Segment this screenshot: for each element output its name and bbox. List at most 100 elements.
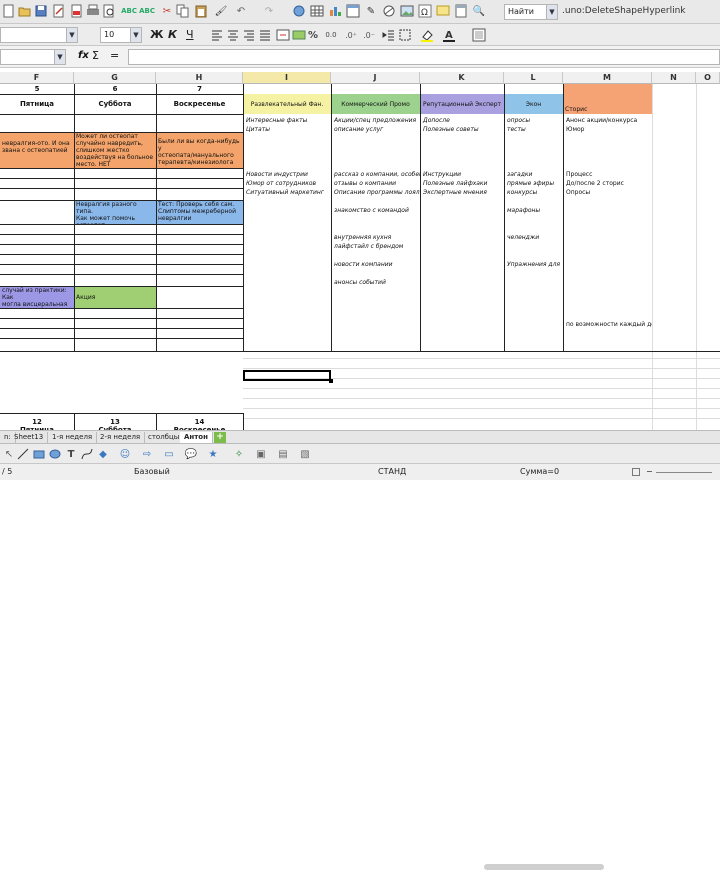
- copy-icon[interactable]: [176, 4, 190, 18]
- cell-g-green[interactable]: Акция: [74, 286, 156, 308]
- edit-mode-icon[interactable]: [52, 4, 66, 18]
- chevron-down-icon[interactable]: ▼: [66, 28, 77, 42]
- column-header-h[interactable]: H: [156, 72, 243, 84]
- fontwork-icon[interactable]: ▣: [254, 447, 268, 461]
- currency-icon[interactable]: [292, 28, 306, 42]
- zoom-slider[interactable]: [656, 472, 712, 473]
- selected-cell[interactable]: [243, 370, 331, 381]
- font-color-icon[interactable]: A: [442, 28, 456, 42]
- percent-button[interactable]: %: [306, 28, 320, 42]
- fill-handle[interactable]: [329, 379, 333, 383]
- line-icon[interactable]: [16, 447, 30, 461]
- align-center-icon[interactable]: [226, 28, 240, 42]
- background-color-icon[interactable]: [420, 28, 434, 42]
- comment-icon[interactable]: [436, 4, 450, 18]
- clone-format-icon[interactable]: 🖌: [214, 4, 228, 18]
- autospell-icon[interactable]: ABC: [139, 4, 155, 18]
- open-icon[interactable]: [18, 4, 32, 18]
- zoom-fit-icon[interactable]: [632, 468, 640, 476]
- indent-icon[interactable]: [382, 28, 396, 42]
- column-header-g[interactable]: G: [74, 72, 156, 84]
- show-grid-icon[interactable]: [472, 28, 486, 42]
- text-icon[interactable]: T: [64, 447, 78, 461]
- ellipse-icon[interactable]: [48, 447, 62, 461]
- pointer-icon[interactable]: ↖: [2, 447, 16, 461]
- name-box[interactable]: ▼: [0, 49, 66, 65]
- delete-decimal-icon[interactable]: .0⁻: [362, 28, 376, 42]
- find-icon[interactable]: 🔍: [472, 4, 486, 18]
- formula-input[interactable]: [128, 49, 720, 65]
- export-pdf-icon[interactable]: [70, 4, 84, 18]
- number-format-button[interactable]: 0.0: [322, 28, 340, 42]
- image-icon[interactable]: [400, 4, 414, 18]
- tab-columns[interactable]: столбцы: [144, 432, 185, 443]
- chevron-down-icon[interactable]: ▼: [130, 28, 141, 42]
- column-header-l[interactable]: L: [504, 72, 563, 84]
- undo-icon[interactable]: ↶: [234, 4, 248, 18]
- cell-f-purple[interactable]: случай из практики: Как могла висцеральн…: [0, 286, 74, 308]
- column-header-j[interactable]: J: [331, 72, 420, 84]
- navigator-icon[interactable]: [292, 4, 306, 18]
- align-right-icon[interactable]: [242, 28, 256, 42]
- cell-h-orange[interactable]: Были ли вы когда-нибудь у остеопата/ману…: [156, 132, 243, 168]
- cell-g-orange[interactable]: Может ли остеопат случайно навредить, сл…: [74, 132, 156, 168]
- tab-week-1[interactable]: 1-я неделя: [48, 432, 98, 443]
- from-file-icon[interactable]: ▤: [276, 447, 290, 461]
- headers-footers-icon[interactable]: [454, 4, 468, 18]
- underline-button[interactable]: Ч: [186, 28, 194, 41]
- spreadsheet-grid[interactable]: F G H I J K L M N O 5 6 7 Пятница Суббот…: [0, 68, 720, 430]
- save-icon[interactable]: [34, 4, 48, 18]
- points-icon[interactable]: ✧: [232, 447, 246, 461]
- selection-mode[interactable]: СТАНД: [378, 464, 406, 480]
- extrusion-icon[interactable]: ▧: [298, 447, 312, 461]
- hyperlink-icon[interactable]: [382, 4, 396, 18]
- curve-icon[interactable]: [80, 447, 94, 461]
- stars-icon[interactable]: ★: [206, 447, 220, 461]
- spellcheck-icon[interactable]: ABC: [121, 4, 137, 18]
- tab-sheet13[interactable]: Sheet13: [10, 432, 49, 443]
- align-left-icon[interactable]: [210, 28, 224, 42]
- pivot-icon[interactable]: [346, 4, 360, 18]
- chart-icon[interactable]: [328, 4, 342, 18]
- paste-icon[interactable]: [194, 4, 208, 18]
- add-sheet-icon[interactable]: +: [214, 432, 226, 443]
- formula-button[interactable]: =: [110, 49, 119, 62]
- rectangle-icon[interactable]: [32, 447, 46, 461]
- print-icon[interactable]: [86, 4, 100, 18]
- justify-icon[interactable]: [258, 28, 272, 42]
- table-icon[interactable]: [310, 4, 324, 18]
- borders-icon[interactable]: [398, 28, 412, 42]
- find-input[interactable]: Найти ▼: [504, 4, 558, 20]
- cut-icon[interactable]: ✂: [160, 4, 174, 18]
- cell-m-daily[interactable]: по возможности каждый день: [564, 320, 652, 329]
- zoom-out-icon[interactable]: −: [646, 464, 653, 480]
- redo-icon[interactable]: ↷: [262, 4, 276, 18]
- column-header-k[interactable]: K: [420, 72, 504, 84]
- bold-button[interactable]: Ж: [150, 28, 163, 41]
- column-header-o[interactable]: O: [696, 72, 720, 84]
- font-name-box[interactable]: ▼: [0, 27, 78, 43]
- font-size-box[interactable]: 10 ▼: [100, 27, 142, 43]
- add-decimal-icon[interactable]: .0⁺: [344, 28, 358, 42]
- sum-button[interactable]: Σ: [92, 49, 99, 62]
- cell-h-blue[interactable]: Тест: Проверь себя сам. Слиптомы межребе…: [156, 200, 243, 224]
- column-header-f[interactable]: F: [0, 72, 74, 84]
- new-document-icon[interactable]: [2, 4, 16, 18]
- italic-button[interactable]: К: [168, 28, 177, 41]
- print-preview-icon[interactable]: [102, 4, 116, 18]
- column-header-n[interactable]: N: [652, 72, 696, 84]
- horizontal-scrollbar[interactable]: [484, 864, 604, 870]
- flowchart-icon[interactable]: ▭: [162, 447, 176, 461]
- chevron-down-icon[interactable]: ▼: [54, 50, 65, 64]
- tab-week-2[interactable]: 2-я неделя: [96, 432, 146, 443]
- tab-anton[interactable]: Антон: [180, 432, 213, 443]
- merge-cells-icon[interactable]: [276, 28, 290, 42]
- cell-g-blue[interactable]: Невралгия разного типа. Как может помочь…: [74, 200, 156, 224]
- chevron-down-icon[interactable]: ▼: [546, 5, 557, 19]
- column-header-m[interactable]: M: [563, 72, 652, 84]
- symbol-shapes-icon[interactable]: ☺: [118, 447, 132, 461]
- special-char-icon[interactable]: Ω: [418, 4, 432, 18]
- draw-functions-icon[interactable]: ✎: [364, 4, 378, 18]
- block-arrows-icon[interactable]: ⇨: [140, 447, 154, 461]
- page-style[interactable]: Базовый: [134, 464, 170, 480]
